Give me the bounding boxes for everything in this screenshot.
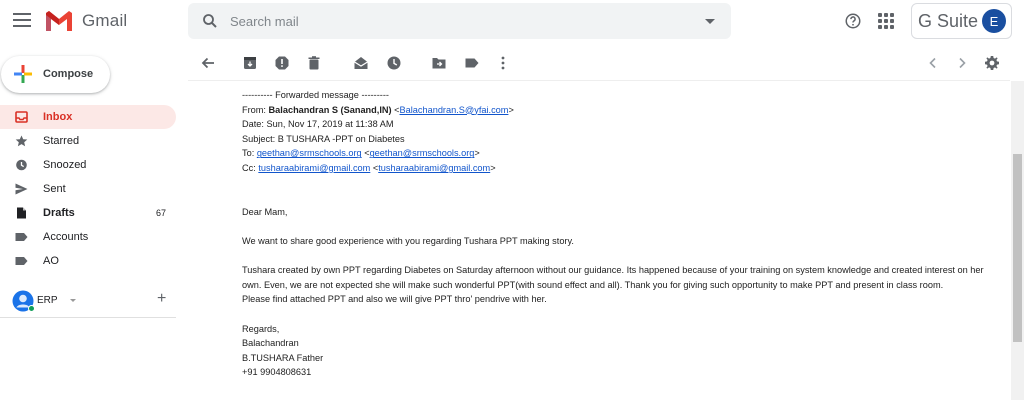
account-switcher[interactable]: G Suite E	[911, 3, 1012, 39]
report-spam-icon[interactable]	[274, 55, 290, 71]
search-icon[interactable]	[201, 12, 219, 30]
signature-regards: Regards,	[242, 323, 280, 334]
gmail-m-icon	[46, 11, 72, 31]
sidebar-item-label: Accounts	[43, 231, 89, 243]
paragraph-1: We want to share good experience with yo…	[242, 235, 574, 246]
sidebar-divider	[0, 317, 176, 318]
greeting: Dear Mam,	[242, 206, 288, 217]
snooze-icon[interactable]	[386, 55, 402, 71]
older-chevron-right-icon[interactable]	[954, 55, 970, 71]
signature-title: B.TUSHARA Father	[242, 352, 324, 363]
online-status-icon	[28, 305, 35, 312]
chevron-down-icon[interactable]	[70, 299, 76, 302]
label-icon	[15, 233, 28, 241]
more-options-icon[interactable]	[495, 55, 511, 71]
settings-gear-icon[interactable]	[984, 55, 1000, 71]
sidebar-item-label: Sent	[43, 183, 66, 195]
delete-icon[interactable]	[306, 55, 322, 71]
signature-phone: +91 9904808631	[242, 367, 312, 378]
app-name: Gmail	[82, 11, 128, 30]
paragraph-2: Tushara created by own PPT regarding Dia…	[242, 265, 984, 290]
label-icon	[15, 257, 28, 265]
cc-email-link-2[interactable]: tusharaabirami@gmail.com	[378, 163, 490, 173]
date-line: Date: Sun, Nov 17, 2019 at 11:38 AM	[242, 119, 394, 130]
send-icon	[15, 183, 28, 195]
signature-name: Balachandran	[242, 338, 299, 349]
sidebar-item-snoozed[interactable]: Snoozed	[0, 153, 176, 177]
help-icon[interactable]	[844, 12, 862, 30]
cc-line: Cc: tusharaabirami@gmail.com <tusharaabi…	[242, 162, 496, 173]
message-toolbar	[188, 45, 1010, 81]
draft-icon	[17, 207, 26, 219]
apps-grid-icon[interactable]	[878, 13, 894, 29]
sidebar-item-label: AO	[43, 255, 59, 267]
search-input[interactable]	[230, 3, 670, 39]
to-email-link-2[interactable]: geethan@srmschools.org	[370, 148, 475, 158]
to-email-link[interactable]: geethan@srmschools.org	[257, 148, 362, 158]
sidebar-item-sent[interactable]: Sent	[0, 177, 176, 201]
sidebar-item-label: Inbox	[43, 111, 73, 123]
drafts-count: 67	[155, 208, 166, 218]
cc-email-link[interactable]: tusharaabirami@gmail.com	[258, 163, 370, 173]
forwarded-header: ---------- Forwarded message ---------	[242, 90, 389, 100]
label-icon[interactable]	[464, 55, 480, 71]
sidebar-item-label: Drafts	[43, 207, 75, 219]
plus-icon	[14, 65, 32, 83]
star-icon	[15, 135, 28, 147]
gsuite-label: G Suite	[918, 10, 979, 31]
back-arrow-icon[interactable]	[200, 55, 216, 71]
sidebar-nav: Inbox Starred Snoozed Sent Drafts 67 Acc…	[0, 105, 176, 273]
archive-icon[interactable]	[242, 55, 258, 71]
from-line: From: Balachandran S (Sanand,IN) <Balach…	[242, 104, 514, 115]
mark-unread-icon[interactable]	[353, 55, 369, 71]
sidebar-item-label: Snoozed	[43, 159, 87, 171]
hangouts-user[interactable]: ERP +	[10, 289, 180, 313]
sender-name: Balachandran S (Sanand,IN)	[268, 104, 392, 115]
paragraph-3: Please find attached PPT and also we wil…	[242, 294, 547, 305]
sidebar-item-ao[interactable]: AO	[0, 249, 176, 273]
move-to-icon[interactable]	[431, 55, 447, 71]
sidebar-item-drafts[interactable]: Drafts 67	[0, 201, 176, 225]
hangouts-user-name: ERP	[37, 295, 58, 306]
search-options-icon[interactable]	[705, 19, 715, 24]
clock-icon	[16, 159, 27, 171]
sidebar-item-accounts[interactable]: Accounts	[0, 225, 176, 249]
newer-chevron-left-icon[interactable]	[925, 55, 941, 71]
new-chat-plus-icon[interactable]: +	[157, 290, 166, 308]
avatar[interactable]: E	[982, 9, 1006, 33]
compose-label: Compose	[43, 68, 94, 80]
scroll-thumb[interactable]	[1013, 154, 1022, 342]
subject-line: Subject: B TUSHARA -PPT on Diabetes	[242, 133, 405, 144]
sidebar-item-label: Starred	[43, 135, 80, 147]
scrollbar[interactable]	[1011, 81, 1024, 400]
search-bar[interactable]	[188, 3, 731, 39]
sender-email-link[interactable]: Balachandran.S@yfai.com	[400, 105, 509, 115]
message-body: ---------- Forwarded message --------- F…	[242, 88, 1002, 380]
top-bar: Gmail G Suite E	[0, 0, 1024, 44]
to-line: To: geethan@srmschools.org <geethan@srms…	[242, 148, 480, 159]
compose-button[interactable]: Compose	[1, 56, 110, 93]
gmail-logo[interactable]: Gmail	[44, 10, 127, 32]
inbox-icon	[15, 111, 28, 123]
main-menu-icon[interactable]	[13, 13, 31, 27]
sidebar-item-inbox[interactable]: Inbox	[0, 105, 176, 129]
sidebar-item-starred[interactable]: Starred	[0, 129, 176, 153]
